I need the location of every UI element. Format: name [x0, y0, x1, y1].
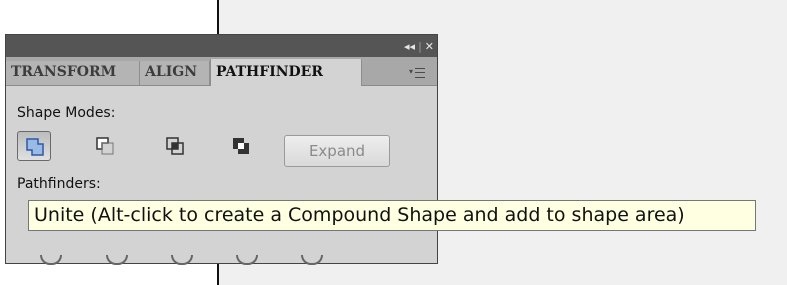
pathfinders-label: Pathfinders: — [17, 176, 101, 192]
outline-icon[interactable] — [301, 255, 323, 265]
shape-modes-label: Shape Modes: — [17, 105, 116, 121]
menu-arrow-icon: ▾ — [409, 67, 414, 76]
expand-button[interactable]: Expand — [284, 135, 390, 167]
minus-front-icon — [96, 137, 114, 155]
trim-icon[interactable] — [106, 255, 128, 265]
exclude-icon — [233, 138, 249, 154]
intersect-icon — [166, 137, 184, 155]
unite-icon — [26, 138, 44, 156]
tab-pathfinder[interactable]: PATHFINDER — [210, 59, 362, 86]
titlebar-divider: | — [418, 39, 422, 53]
intersect-button[interactable] — [158, 131, 192, 161]
exclude-button[interactable] — [224, 131, 258, 161]
unite-tooltip: Unite (Alt-click to create a Compound Sh… — [28, 200, 756, 231]
menu-lines-icon — [415, 68, 425, 78]
close-icon[interactable]: ✕ — [425, 40, 434, 53]
panel-tabs: TRANSFORM ALIGN PATHFINDER ▾ — [6, 57, 437, 86]
panel-titlebar[interactable]: ◂◂ | ✕ — [6, 35, 437, 58]
tab-transform[interactable]: TRANSFORM — [6, 61, 140, 85]
panel-menu-icon[interactable]: ▾ — [409, 66, 429, 78]
titlebar-controls: ◂◂ | ✕ — [404, 38, 434, 54]
divide-icon[interactable] — [40, 255, 62, 265]
collapse-icon[interactable]: ◂◂ — [404, 40, 415, 53]
minus-front-button[interactable] — [88, 131, 122, 161]
crop-icon[interactable] — [236, 255, 258, 265]
tab-align[interactable]: ALIGN — [140, 61, 210, 85]
unite-button[interactable] — [17, 131, 51, 161]
merge-icon[interactable] — [171, 255, 193, 265]
